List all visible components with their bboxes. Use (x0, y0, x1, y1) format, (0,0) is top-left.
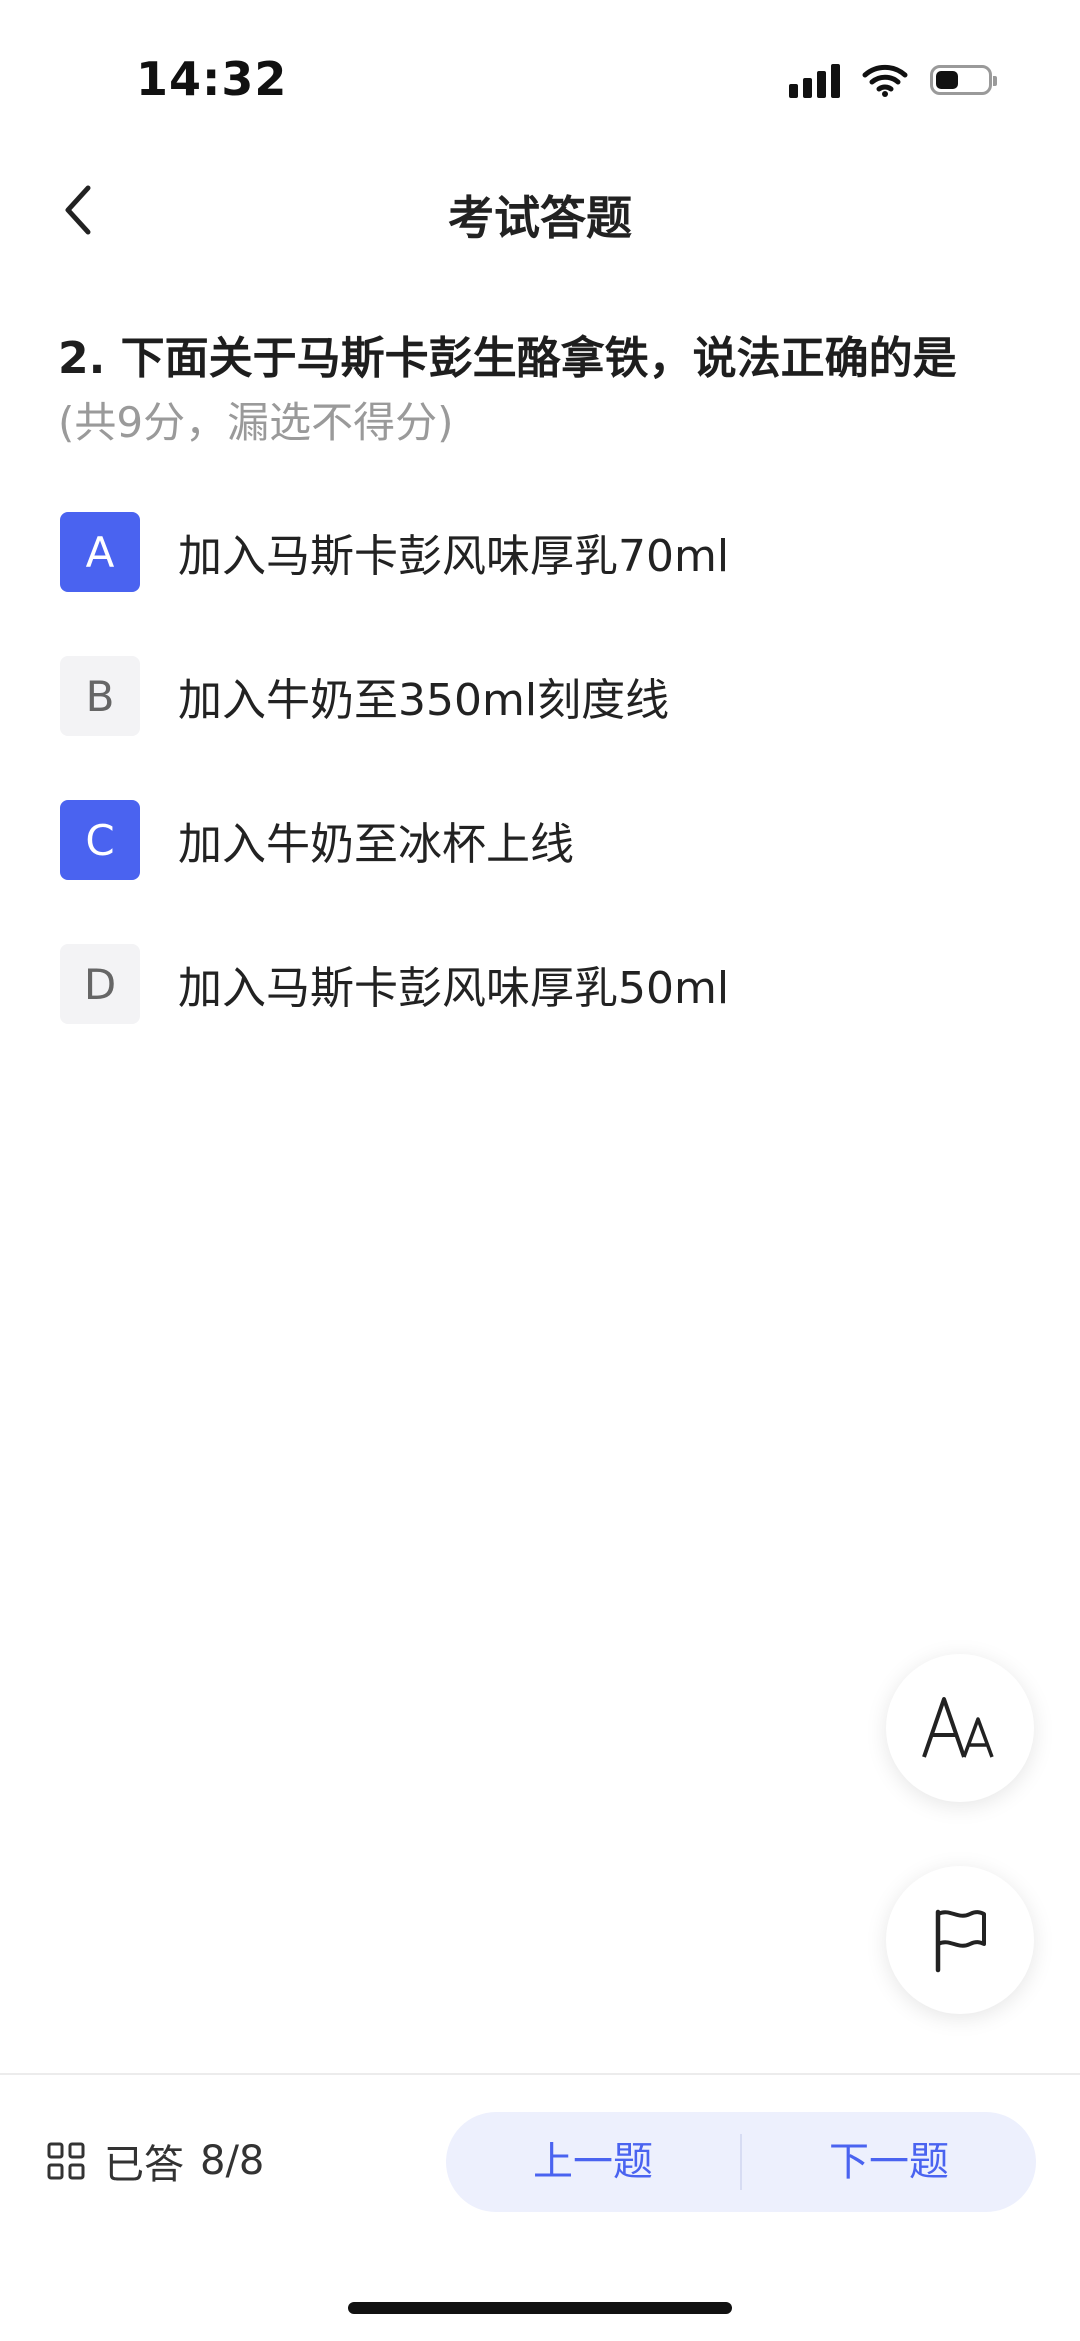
question: 2. 下面关于马斯卡彭生酪拿铁，说法正确的是 (共9分，漏选不得分) (58, 324, 1038, 452)
options-list: A 加入马斯卡彭风味厚乳70ml B 加入牛奶至350ml刻度线 C 加入牛奶至… (60, 512, 1040, 1088)
nav-bar: 考试答题 (0, 160, 1080, 260)
answered-count: 8/8 (200, 2138, 265, 2184)
option-letter: C (60, 800, 140, 880)
flag-button[interactable] (886, 1866, 1034, 2014)
question-score-note: (共9分，漏选不得分) (58, 398, 454, 447)
status-bar: 14:32 (0, 0, 1080, 150)
option-text: 加入马斯卡彭风味厚乳70ml (178, 531, 730, 582)
next-question-button[interactable]: 下一题 (742, 2112, 1036, 2212)
option-letter: D (60, 944, 140, 1024)
question-nav: 上一题 下一题 (446, 2112, 1036, 2212)
exam-page: 14:32 考试答题 2. 下面关于马斯卡彭生酪拿铁，说法正确的是 (共9分，漏… (0, 0, 1080, 2341)
prev-question-button[interactable]: 上一题 (446, 2112, 740, 2212)
status-time: 14:32 (136, 52, 288, 106)
status-icons (789, 58, 997, 102)
battery-icon (930, 65, 997, 95)
option-letter: A (60, 512, 140, 592)
page-title: 考试答题 (448, 191, 632, 245)
option-letter: B (60, 656, 140, 736)
option-d[interactable]: D 加入马斯卡彭风味厚乳50ml (60, 944, 1040, 1024)
option-text: 加入马斯卡彭风味厚乳50ml (178, 963, 730, 1014)
signal-icon (789, 62, 840, 98)
option-b[interactable]: B 加入牛奶至350ml刻度线 (60, 656, 1040, 736)
bottom-divider (0, 2073, 1080, 2075)
answered-label: 已答 (104, 2142, 184, 2188)
home-indicator[interactable] (348, 2302, 732, 2314)
option-text: 加入牛奶至350ml刻度线 (178, 675, 670, 726)
font-size-button[interactable] (886, 1654, 1034, 1802)
wifi-icon (862, 64, 908, 97)
flag-icon (935, 1909, 986, 1973)
font-size-icon (922, 1697, 994, 1758)
option-a[interactable]: A 加入马斯卡彭风味厚乳70ml (60, 512, 1040, 592)
option-text: 加入牛奶至冰杯上线 (178, 819, 574, 870)
grid-icon (47, 2142, 85, 2180)
option-c[interactable]: C 加入牛奶至冰杯上线 (60, 800, 1040, 880)
question-title: 2. 下面关于马斯卡彭生酪拿铁，说法正确的是 (58, 333, 957, 384)
answer-sheet-button[interactable]: 已答 8/8 (46, 2126, 264, 2196)
